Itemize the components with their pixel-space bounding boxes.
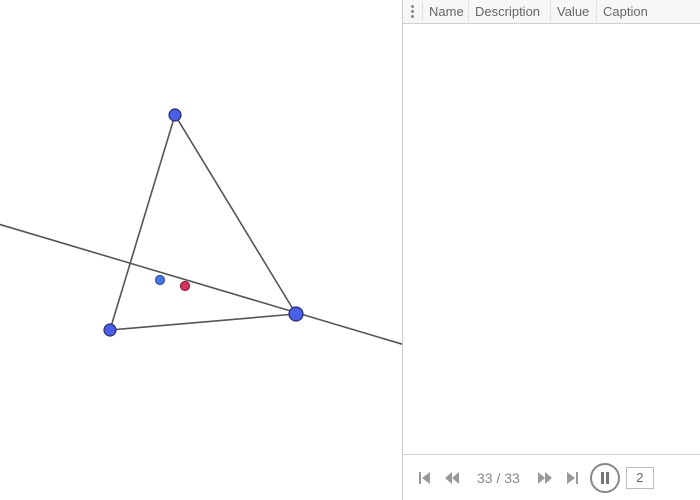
- segment-ca[interactable]: [175, 115, 296, 314]
- last-step-button[interactable]: [562, 467, 584, 489]
- point-inner-red[interactable]: [181, 282, 190, 291]
- segment-ab[interactable]: [110, 115, 175, 330]
- table-body: [403, 24, 700, 454]
- side-panel: Name Description Value Caption 33 / 33: [402, 0, 700, 500]
- table-menu-button[interactable]: [403, 2, 423, 21]
- skip-start-icon: [416, 470, 432, 486]
- pause-icon: [597, 470, 613, 486]
- col-name[interactable]: Name: [423, 1, 469, 22]
- col-value[interactable]: Value: [551, 1, 597, 22]
- table-header: Name Description Value Caption: [403, 0, 700, 24]
- point-vertex-top[interactable]: [169, 109, 181, 121]
- canvas-pane[interactable]: [0, 0, 402, 500]
- col-caption[interactable]: Caption: [597, 1, 700, 22]
- app-root: Name Description Value Caption 33 / 33: [0, 0, 700, 500]
- fastforward-icon: [537, 470, 553, 486]
- skip-end-icon: [565, 470, 581, 486]
- step-counter: 33 / 33: [469, 470, 528, 486]
- first-step-button[interactable]: [413, 467, 435, 489]
- segment-bc[interactable]: [110, 314, 296, 330]
- speed-input[interactable]: [626, 467, 654, 489]
- next-step-button[interactable]: [534, 467, 556, 489]
- col-description[interactable]: Description: [469, 1, 551, 22]
- kebab-icon: [411, 5, 414, 18]
- rewind-icon: [444, 470, 460, 486]
- point-vertex-right[interactable]: [289, 307, 303, 321]
- geometry-canvas[interactable]: [0, 0, 402, 500]
- prev-step-button[interactable]: [441, 467, 463, 489]
- line-g[interactable]: [0, 223, 402, 345]
- play-pause-button[interactable]: [590, 463, 620, 493]
- point-inner-blue[interactable]: [156, 276, 165, 285]
- point-vertex-left[interactable]: [104, 324, 116, 336]
- playback-bar: 33 / 33: [403, 454, 700, 500]
